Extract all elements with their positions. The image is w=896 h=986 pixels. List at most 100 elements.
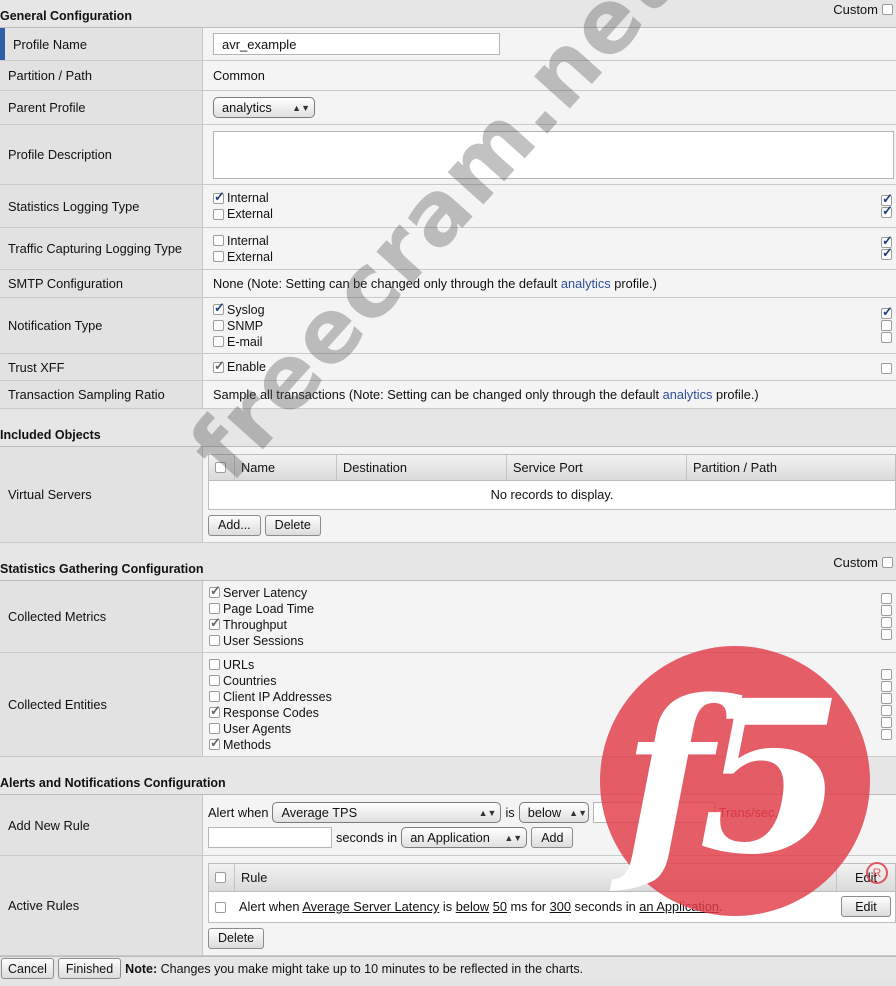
table-row: Alert when Average Server Latency is bel… [209,892,895,922]
response-codes-option[interactable]: Response Codes [209,703,332,720]
edit-rule-button[interactable]: Edit [841,896,891,917]
stats-gathering-header: Statistics Gathering Configuration Custo… [0,543,896,581]
scope-select[interactable]: an Application ▲▼ [401,827,528,848]
custom-checkbox[interactable] [881,605,892,616]
traffic-external-option[interactable]: External [213,249,273,264]
col-partition[interactable]: Partition / Path [687,455,895,480]
user-sessions-checkbox[interactable] [209,635,220,646]
custom-checkbox[interactable] [881,320,892,331]
col-destination[interactable]: Destination [337,454,507,480]
custom-checkbox[interactable] [881,705,892,716]
custom-checkbox[interactable] [881,681,892,692]
user-sessions-option[interactable]: User Sessions [209,633,314,648]
custom-checkbox[interactable] [881,203,893,219]
email-checkbox[interactable] [213,336,224,347]
description-label: Profile Description [0,125,203,184]
custom-checkbox[interactable] [881,245,893,261]
rule-seconds-link[interactable]: 300 [550,899,571,914]
description-textarea[interactable] [213,130,894,179]
delete-virtual-server-button[interactable]: Delete [264,514,321,536]
custom-checkbox[interactable] [881,717,892,728]
col-service-port[interactable]: Service Port [507,454,687,480]
urls-checkbox[interactable] [209,659,220,670]
rule-direction-link[interactable]: below [456,899,489,914]
row-checkbox[interactable] [215,902,226,914]
client-ip-option[interactable]: Client IP Addresses [209,689,332,704]
user-agents-option[interactable]: User Agents [209,721,332,736]
external-checkbox[interactable] [213,251,224,262]
updown-icon: ▲▼ [504,832,523,843]
syslog-checkbox[interactable] [213,300,225,316]
trust-xff-checkbox[interactable] [213,358,225,374]
user-agents-checkbox[interactable] [209,723,220,734]
custom-checkbox[interactable] [881,629,892,640]
logging-external-option[interactable]: External [213,207,273,222]
trust-xff-option[interactable]: Enable [213,358,266,375]
rule-metric-link[interactable]: Average Server Latency [302,899,439,914]
custom-checkbox[interactable] [881,593,892,604]
select-all-checkbox[interactable] [215,871,226,883]
custom-toggle[interactable]: Custom [833,555,896,570]
rule-scope-link[interactable]: an Application [639,899,719,914]
throughput-checkbox[interactable] [209,615,221,631]
urls-option[interactable]: URLs [209,657,332,672]
snmp-checkbox[interactable] [213,320,224,331]
finished-button[interactable]: Finished [57,958,122,979]
collected-metrics-label: Collected Metrics [0,581,203,652]
threshold-input[interactable] [592,802,715,823]
traffic-logging-label: Traffic Capturing Logging Type [0,228,203,269]
custom-checkbox[interactable] [881,669,892,680]
section-title: General Configuration [0,9,132,23]
email-option[interactable]: E-mail [213,334,265,349]
custom-checkbox[interactable] [882,557,893,568]
custom-checkbox[interactable] [881,332,892,343]
methods-checkbox[interactable] [209,735,221,751]
custom-checkbox[interactable] [881,693,892,704]
table-header: Name Destination Service Port Partition … [209,454,895,481]
analytics-link[interactable]: analytics [663,387,713,402]
select-all-checkbox[interactable] [215,461,226,473]
logging-internal-option[interactable]: Internal [213,189,273,206]
countries-option[interactable]: Countries [209,673,332,688]
custom-checkbox[interactable] [882,4,893,15]
direction-select[interactable]: below ▲▼ [518,802,589,823]
alerts-header: Alerts and Notifications Configuration [0,757,896,795]
internal-checkbox[interactable] [213,235,224,246]
traffic-internal-option[interactable]: Internal [213,233,273,248]
external-checkbox[interactable] [213,208,224,220]
analytics-link[interactable]: analytics [561,276,611,291]
add-rule-button[interactable]: Add [531,827,574,848]
active-rules-table: Rule Edit Alert when Average Server Late… [208,862,896,923]
syslog-option[interactable]: Syslog [213,300,265,317]
methods-option[interactable]: Methods [209,735,332,752]
snmp-option[interactable]: SNMP [213,318,265,333]
internal-checkbox[interactable] [213,189,225,205]
parent-profile-select[interactable]: analytics ▲▼ [213,97,315,118]
custom-checkbox[interactable] [881,729,892,740]
custom-checkbox[interactable] [881,617,892,628]
delete-rule-button[interactable]: Delete [208,927,265,949]
countries-checkbox[interactable] [209,675,220,686]
col-rule[interactable]: Rule [235,863,837,891]
metric-select[interactable]: Average TPS ▲▼ [272,802,502,823]
custom-toggle[interactable]: Custom [833,2,896,17]
page-load-time-checkbox[interactable] [209,603,220,614]
profile-name-input[interactable]: avr_example [213,33,500,55]
response-codes-checkbox[interactable] [209,703,221,719]
custom-checkbox[interactable] [881,304,893,320]
client-ip-checkbox[interactable] [209,691,220,702]
smtp-value: None (Note: Setting can be changed only … [203,270,896,297]
col-name[interactable]: Name [235,454,337,480]
page-load-time-option[interactable]: Page Load Time [209,601,314,616]
server-latency-option[interactable]: Server Latency [209,583,314,600]
server-latency-checkbox[interactable] [209,583,221,599]
throughput-option[interactable]: Throughput [209,615,314,632]
add-virtual-server-button[interactable]: Add... [208,514,261,536]
sampling-label: Transaction Sampling Ratio [0,381,203,408]
seconds-input[interactable] [208,827,332,848]
cancel-button[interactable]: Cancel [1,958,54,979]
rule-value-link[interactable]: 50 [493,899,507,914]
custom-checkbox[interactable] [881,362,892,374]
empty-message: No records to display. [490,487,614,502]
smtp-label: SMTP Configuration [0,270,203,297]
